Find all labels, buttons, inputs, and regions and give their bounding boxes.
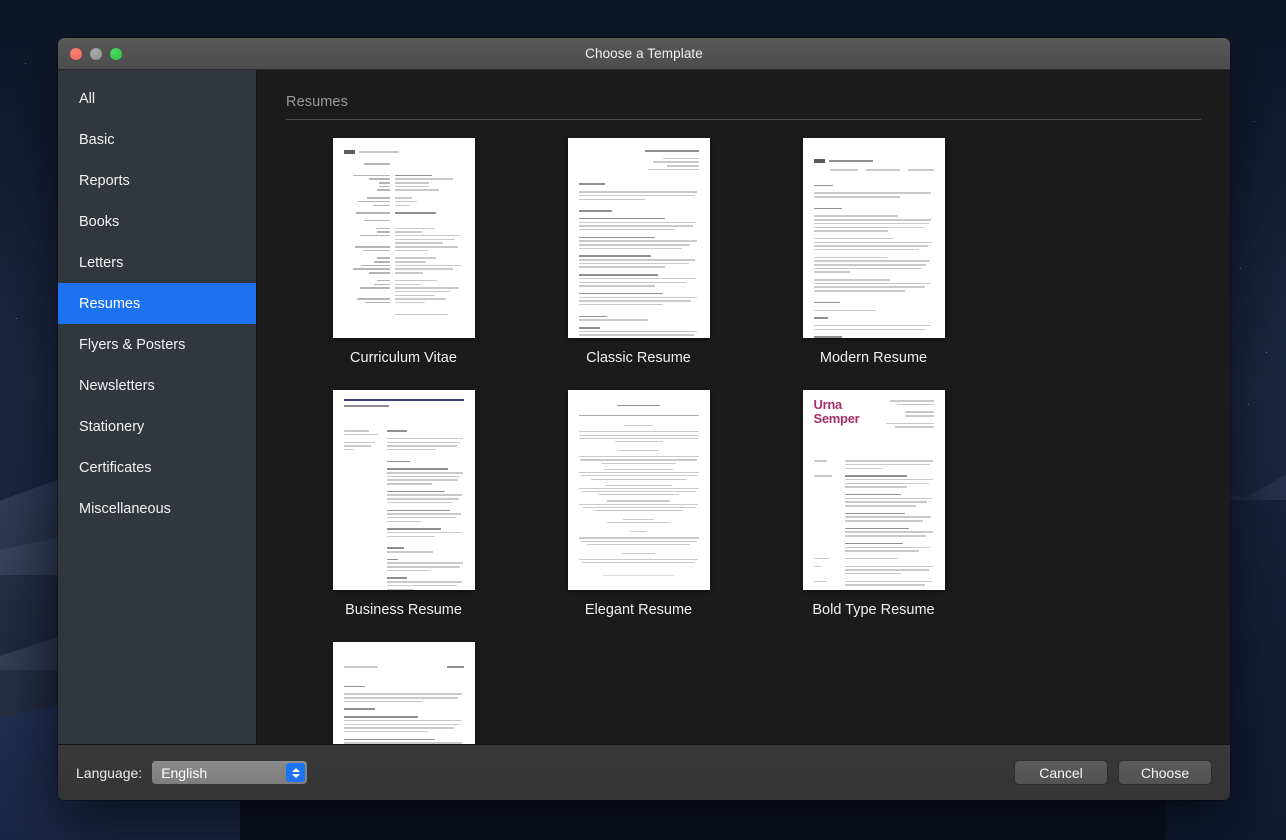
template-tile-elegant-resume[interactable]: Elegant Resume <box>521 390 756 618</box>
sidebar-item-label: Letters <box>79 254 124 271</box>
template-tile-business-resume[interactable]: Business Resume <box>286 390 521 618</box>
sidebar-item-books[interactable]: Books <box>58 201 256 242</box>
template-tile-modern-resume[interactable]: Modern Resume <box>756 138 991 366</box>
sidebar-item-stationery[interactable]: Stationery <box>58 406 256 447</box>
sidebar-item-label: Resumes <box>79 295 141 312</box>
window-title: Choose a Template <box>585 46 703 61</box>
section-heading-resumes: Resumes <box>286 94 348 110</box>
sidebar-item-certificates[interactable]: Certificates <box>58 447 256 488</box>
sidebar-item-label: Reports <box>79 172 130 189</box>
template-label: Elegant Resume <box>584 602 693 618</box>
language-select-value: English <box>161 764 208 781</box>
traffic-light-group <box>70 47 122 60</box>
template-thumbnail[interactable] <box>567 138 710 338</box>
sidebar-item-label: Newsletters <box>79 377 155 394</box>
template-label: Curriculum Vitae <box>350 350 457 366</box>
template-tile-informal-resume[interactable]: Informal Resume <box>286 642 521 744</box>
sidebar-item-reports[interactable]: Reports <box>58 160 256 201</box>
minimize-button-icon[interactable] <box>90 47 102 60</box>
template-thumbnail[interactable] <box>332 138 475 338</box>
sidebar-item-label: Books <box>79 213 120 230</box>
sidebar-item-basic[interactable]: Basic <box>58 119 256 160</box>
wallpaper-star <box>16 318 17 319</box>
wallpaper-star <box>25 63 26 64</box>
template-thumbnail[interactable] <box>332 642 475 744</box>
wallpaper-star <box>1240 268 1241 269</box>
sidebar-item-letters[interactable]: Letters <box>58 242 256 283</box>
sidebar-item-label: All <box>79 90 96 107</box>
template-tile-classic-resume[interactable]: Classic Resume <box>521 138 756 366</box>
wallpaper-star <box>1248 404 1249 405</box>
language-select[interactable]: English <box>152 761 308 784</box>
template-tile-curriculum-vitae[interactable]: Curriculum Vitae <box>286 138 521 366</box>
language-label: Language: <box>76 764 143 781</box>
maximize-button-icon[interactable] <box>110 47 122 60</box>
cancel-button[interactable]: Cancel <box>1014 760 1108 785</box>
template-thumbnail[interactable]: Urna Semper <box>802 390 945 590</box>
section-divider <box>286 119 1201 120</box>
template-label: Business Resume <box>345 602 462 618</box>
wallpaper-star <box>1254 121 1255 122</box>
template-tile-bold-type-resume[interactable]: Urna Semper Bold Type Resume <box>756 390 991 618</box>
sidebar-item-miscellaneous[interactable]: Miscellaneous <box>58 488 256 529</box>
chevron-updown-icon[interactable] <box>286 763 306 782</box>
sidebar-item-label: Stationery <box>79 418 145 435</box>
window-footer: Language: English Cancel Choose <box>58 744 1230 800</box>
window-body: All Basic Reports Books Letters Resumes … <box>58 70 1230 744</box>
category-sidebar[interactable]: All Basic Reports Books Letters Resumes … <box>58 70 257 744</box>
sidebar-item-flyers-posters[interactable]: Flyers & Posters <box>58 324 256 365</box>
template-heading-line-1: Urna <box>813 397 843 412</box>
template-heading-line-2: Semper <box>813 411 860 426</box>
sidebar-item-label: Flyers & Posters <box>79 336 186 353</box>
template-label: Modern Resume <box>819 350 928 366</box>
sidebar-item-label: Miscellaneous <box>79 500 171 517</box>
sidebar-item-newsletters[interactable]: Newsletters <box>58 365 256 406</box>
template-thumbnail[interactable] <box>332 390 475 590</box>
template-gallery[interactable]: Resumes Curriculum Vitae Classic Resume … <box>257 70 1230 744</box>
template-label: Classic Resume <box>586 350 691 366</box>
close-button-icon[interactable] <box>70 47 82 60</box>
template-grid-resumes: Curriculum Vitae Classic Resume Modern R… <box>286 138 1201 744</box>
template-thumbnail[interactable] <box>802 138 945 338</box>
sidebar-item-label: Certificates <box>79 459 152 476</box>
window-titlebar[interactable]: Choose a Template <box>58 38 1230 70</box>
wallpaper-star <box>1266 352 1267 353</box>
desktop-background: Choose a Template All Basic Reports Book… <box>0 0 1286 840</box>
sidebar-item-label: Basic <box>79 131 115 148</box>
choose-template-window: Choose a Template All Basic Reports Book… <box>58 38 1230 800</box>
sidebar-item-resumes[interactable]: Resumes <box>58 283 256 324</box>
template-thumbnail[interactable] <box>567 390 710 590</box>
choose-button[interactable]: Choose <box>1118 760 1212 785</box>
sidebar-item-all[interactable]: All <box>58 78 256 119</box>
template-label: Bold Type Resume <box>812 602 935 618</box>
